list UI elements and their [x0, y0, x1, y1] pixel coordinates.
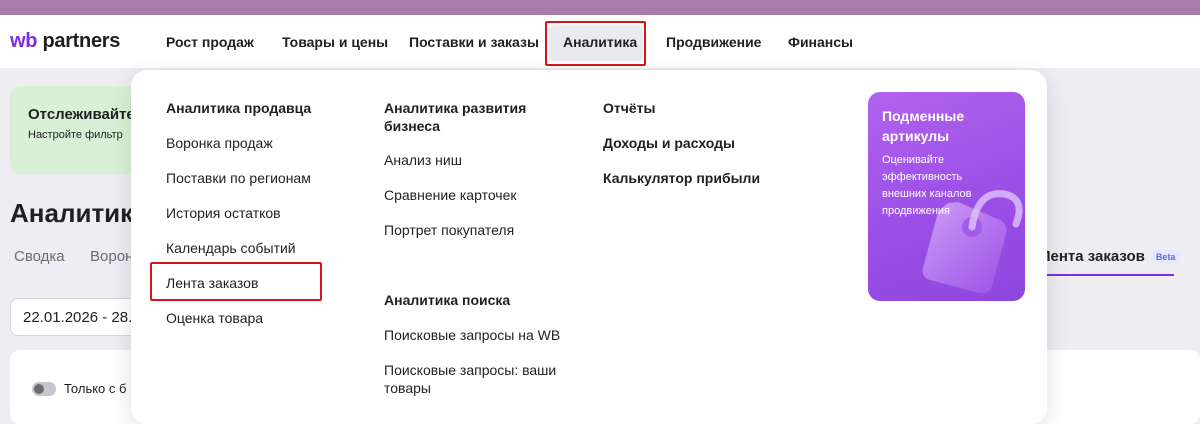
page-title: Аналитика — [10, 198, 148, 228]
tab-summary[interactable]: Сводка — [14, 248, 65, 265]
nav-item-promotion[interactable]: Продвижение — [666, 33, 761, 51]
tab-funnel[interactable]: Ворон — [90, 248, 133, 265]
active-tab-underline — [1040, 274, 1174, 276]
nav-item-supplies-orders[interactable]: Поставки и заказы — [409, 33, 539, 51]
beta-badge: Beta — [1150, 250, 1181, 265]
menu-item-card-comparison[interactable]: Сравнение карточек — [384, 186, 517, 204]
menu-item-search-queries-your-products-line1[interactable]: Поисковые запросы: ваши — [384, 361, 556, 379]
top-band — [0, 0, 1200, 15]
menu-item-reports[interactable]: Отчёты — [603, 99, 655, 117]
menu-item-buyer-portrait[interactable]: Портрет покупателя — [384, 221, 514, 239]
nav-item-sales-growth[interactable]: Рост продаж — [166, 33, 254, 51]
heading-search-analytics: Аналитика поиска — [384, 292, 511, 308]
menu-item-search-queries-wb[interactable]: Поисковые запросы на WB — [384, 326, 560, 344]
menu-item-profit-calculator[interactable]: Калькулятор прибыли — [603, 169, 760, 187]
menu-item-events-calendar[interactable]: Календарь событий — [166, 239, 296, 257]
menu-item-supplies-by-region[interactable]: Поставки по регионам — [166, 169, 311, 187]
promo-text: Оценивайте эффективность внешних каналов… — [882, 154, 972, 217]
tab-order-feed[interactable]: Лента заказов Beta — [1040, 248, 1181, 265]
top-navbar: wb partners Рост продаж Товары и цены По… — [0, 15, 1200, 68]
menu-item-stock-history[interactable]: История остатков — [166, 204, 281, 222]
heading-seller-analytics: Аналитика продавца — [166, 100, 312, 116]
wb-partners-logo[interactable]: wb partners — [10, 29, 120, 53]
nav-item-products-prices[interactable]: Товары и цены — [282, 33, 388, 51]
promo-title: Подменные артикулы — [882, 108, 965, 144]
menu-item-income-expenses[interactable]: Доходы и расходы — [603, 134, 735, 152]
promo-card-substitute-articles[interactable]: Подменные артикулы Оценивайте эффективно… — [868, 92, 1025, 301]
menu-item-product-rating[interactable]: Оценка товара — [166, 309, 263, 327]
menu-item-niche-analysis[interactable]: Анализ ниш — [384, 151, 462, 169]
nav-item-finance[interactable]: Финансы — [788, 33, 853, 51]
menu-item-order-feed[interactable]: Лента заказов — [166, 274, 258, 292]
menu-item-search-queries-your-products-line2[interactable]: товары — [384, 379, 431, 397]
nav-item-analytics[interactable]: Аналитика — [563, 33, 637, 51]
heading-business-analytics-line1: Аналитика развития — [384, 100, 527, 116]
heading-business-analytics-line2: бизнеса — [384, 118, 441, 134]
tab-order-feed-label: Лента заказов — [1040, 248, 1145, 265]
only-with-toggle[interactable] — [32, 382, 56, 396]
toggle-label: Только с б — [64, 381, 127, 396]
menu-item-sales-funnel[interactable]: Воронка продаж — [166, 134, 273, 152]
